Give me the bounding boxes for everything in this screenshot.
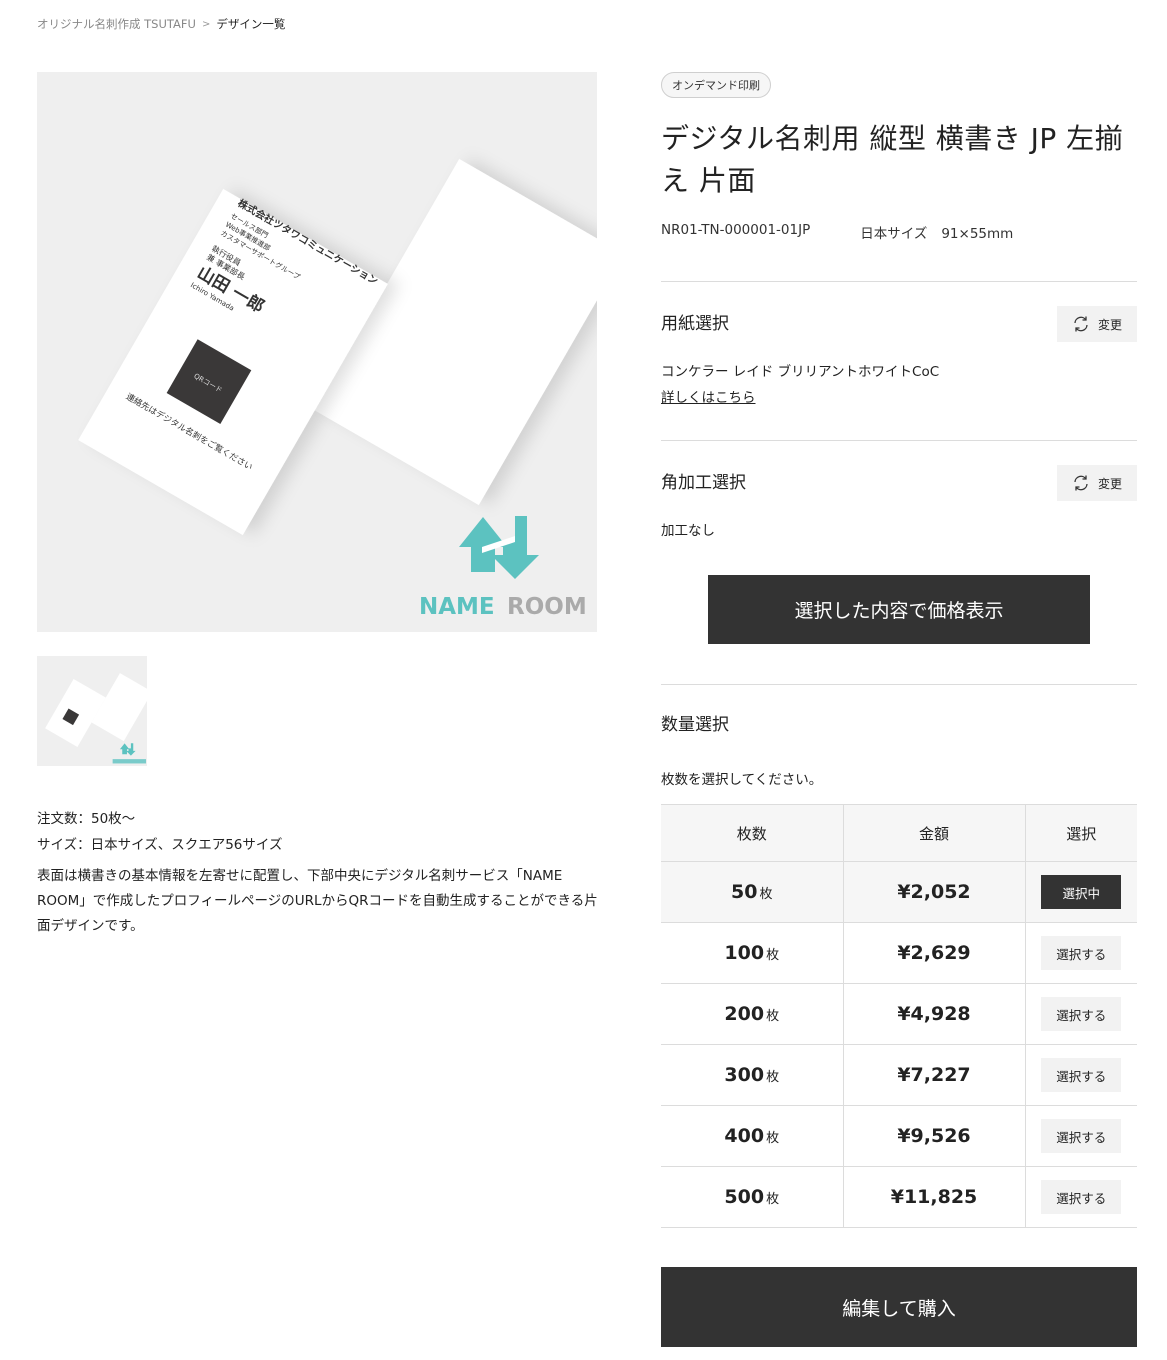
print-type-tag: オンデマンド印刷	[661, 72, 771, 98]
paper-detail-link[interactable]: 詳しくはこちら	[661, 386, 756, 406]
quantity-count: 400	[724, 1125, 765, 1147]
quantity-select-button[interactable]: 選択する	[1041, 1119, 1122, 1153]
quantity-row[interactable]: 100 枚 ¥2,629 選択する	[661, 922, 1137, 984]
quantity-select-cell: 選択する	[1024, 922, 1137, 984]
quantity-count: 300	[724, 1064, 765, 1086]
quantity-row[interactable]: 500 枚 ¥11,825 選択する	[661, 1166, 1137, 1228]
order-quantity-text: 注文数：50枚〜	[37, 811, 136, 827]
breadcrumb-separator: >	[201, 18, 211, 30]
quantity-unit: 枚	[766, 948, 780, 963]
quantity-divider	[661, 684, 1137, 685]
product-meta: NR01-TN-000001-01JP 日本サイズ 91×55mm	[661, 222, 1137, 242]
quantity-unit: 枚	[766, 1070, 780, 1085]
show-price-button[interactable]: 選択した内容で価格表示	[708, 575, 1090, 644]
quantity-price: ¥9,526	[842, 1105, 1025, 1167]
quantity-table-header: 枚数 金額 選択	[661, 804, 1137, 862]
paper-change-label: 変更	[1097, 317, 1122, 332]
product-description: 注文数：50枚〜 サイズ：日本サイズ、スクエア56サイズ 表面は横書きの基本情報…	[37, 806, 607, 939]
quantity-row[interactable]: 200 枚 ¥4,928 選択する	[661, 983, 1137, 1045]
quantity-note: 枚数を選択してください。	[661, 772, 823, 788]
business-card-mockup: 株式会社ツタワコミュニケーション セールス部門 Web事業推進部 カスタマーサポ…	[78, 158, 597, 620]
description-body: 表面は横書きの基本情報を左寄せに配置し、下部中央にデジタル名刺サービス「NAME…	[37, 868, 598, 934]
quantity-count-cell: 500 枚	[661, 1166, 843, 1228]
product-header: オンデマンド印刷 デジタル名刺用 縦型 横書き JP 左揃え 片面 NR01-T…	[661, 72, 1137, 242]
size-value: 91×55mm	[941, 226, 1014, 242]
quantity-price: ¥2,052	[842, 861, 1025, 923]
quantity-select-button[interactable]: 選択する	[1041, 936, 1122, 970]
product-title: デジタル名刺用 縦型 横書き JP 左揃え 片面	[661, 122, 1124, 197]
breadcrumb-current: デザイン一覧	[216, 17, 286, 31]
quantity-count-cell: 100 枚	[661, 922, 843, 984]
quantity-unit: 枚	[766, 1131, 780, 1146]
corner-change-label: 変更	[1097, 476, 1122, 491]
quantity-select-cell: 選択する	[1024, 1044, 1137, 1106]
size-label: 日本サイズ	[860, 226, 928, 242]
quantity-table-body: 50 枚 ¥2,052 選択中 100 枚 ¥2,629 選択する 200 枚 ¥4,928 選択する…	[661, 861, 1137, 1228]
thumbnail-image[interactable]	[37, 656, 147, 766]
refresh-icon	[1074, 316, 1088, 332]
quantity-select-button[interactable]: 選択する	[1041, 1180, 1122, 1214]
quantity-count: 200	[724, 1003, 765, 1025]
logo-text-name: NAME	[419, 594, 495, 620]
quantity-row[interactable]: 300 枚 ¥7,227 選択する	[661, 1044, 1137, 1106]
corner-section: 角加工選択 変更 加工なし	[661, 440, 1137, 550]
product-code: NR01-TN-000001-01JP	[661, 222, 811, 238]
quantity-table: 枚数 金額 選択 50 枚 ¥2,052 選択中 100 枚 ¥2,629 選択する 200 枚 ¥…	[661, 804, 1137, 1228]
main-product-image: 株式会社ツタワコミュニケーション セールス部門 Web事業推進部 カスタマーサポ…	[37, 72, 597, 632]
quantity-select-button[interactable]: 選択中	[1041, 875, 1122, 909]
name-room-logo: NAME ROOM	[419, 516, 587, 620]
quantity-select-cell: 選択する	[1024, 1105, 1137, 1167]
quantity-row[interactable]: 400 枚 ¥9,526 選択する	[661, 1105, 1137, 1167]
quantity-count-cell: 200 枚	[661, 983, 843, 1045]
quantity-price: ¥4,928	[842, 983, 1025, 1045]
quantity-select-button[interactable]: 選択する	[1041, 1058, 1122, 1092]
quantity-count: 50	[731, 881, 758, 903]
quantity-count-cell: 400 枚	[661, 1105, 843, 1167]
quantity-price: ¥11,825	[842, 1166, 1025, 1228]
quantity-price: ¥2,629	[842, 922, 1025, 984]
thumbnail-mockup	[45, 673, 147, 764]
quantity-unit: 枚	[766, 1192, 780, 1207]
quantity-select-cell: 選択中	[1024, 861, 1137, 923]
column-select: 選択	[1024, 804, 1137, 862]
refresh-icon	[1074, 475, 1088, 491]
quantity-unit: 枚	[766, 1009, 780, 1024]
quantity-price: ¥7,227	[842, 1044, 1025, 1106]
name-room-logo-icon	[459, 516, 539, 579]
logo-text-room: ROOM	[507, 594, 587, 620]
size-text: サイズ：日本サイズ、スクエア56サイズ	[37, 837, 283, 853]
quantity-unit: 枚	[759, 887, 773, 902]
paper-value: コンケラー レイド ブリリアントホワイトCoC	[661, 364, 940, 380]
quantity-select-button[interactable]: 選択する	[1041, 997, 1122, 1031]
edit-and-buy-button[interactable]: 編集して購入	[661, 1267, 1137, 1347]
corner-value: 加工なし	[661, 523, 715, 539]
paper-change-button[interactable]: 変更	[1057, 306, 1137, 342]
breadcrumb-home-link[interactable]: オリジナル名刺作成 TSUTAFU	[37, 16, 196, 32]
quantity-select-cell: 選択する	[1024, 1166, 1137, 1228]
breadcrumb: オリジナル名刺作成 TSUTAFU > デザイン一覧	[37, 16, 285, 32]
quantity-select-cell: 選択する	[1024, 983, 1137, 1045]
quantity-count-cell: 300 枚	[661, 1044, 843, 1106]
quantity-count: 500	[724, 1186, 765, 1208]
quantity-count-cell: 50 枚	[661, 861, 843, 923]
quantity-count: 100	[724, 942, 765, 964]
product-size: 日本サイズ 91×55mm	[860, 222, 1013, 242]
quantity-heading: 数量選択	[661, 715, 729, 735]
column-count: 枚数	[661, 804, 843, 862]
quantity-row[interactable]: 50 枚 ¥2,052 選択中	[661, 861, 1137, 923]
paper-section: 用紙選択 変更 コンケラー レイド ブリリアントホワイトCoC 詳しくはこちら	[661, 281, 1137, 441]
corner-change-button[interactable]: 変更	[1057, 465, 1137, 501]
column-price: 金額	[842, 804, 1025, 862]
